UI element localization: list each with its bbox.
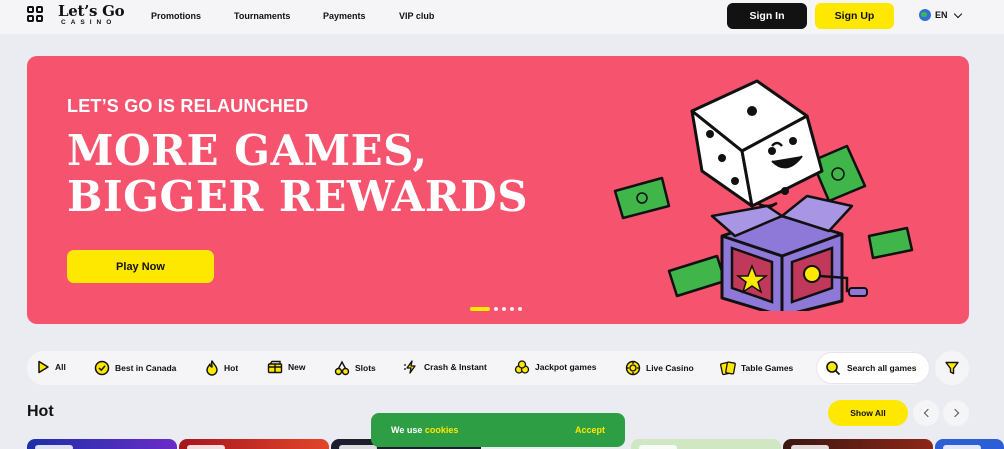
game-tile[interactable] [783, 439, 933, 449]
category-label: Slots [355, 363, 376, 373]
nav-payments[interactable]: Payments [323, 11, 366, 21]
play-triangle-icon [38, 360, 49, 374]
nav-tournaments[interactable]: Tournaments [234, 11, 290, 21]
search-label: Search all games [847, 363, 917, 373]
search-icon [826, 361, 841, 376]
category-label: Hot [224, 363, 239, 373]
logo[interactable]: Let’s Go [58, 2, 125, 20]
banner-pagination[interactable] [470, 307, 522, 311]
cards-icon [720, 361, 736, 376]
language-selector[interactable]: EN [919, 9, 962, 21]
cookie-prefix: We use [391, 425, 423, 435]
cookies-link[interactable]: cookies [425, 425, 459, 435]
nav-promotions[interactable]: Promotions [151, 11, 201, 21]
chevron-left-icon [923, 408, 932, 418]
pagination-dot[interactable] [510, 307, 514, 311]
pagination-dot-active[interactable] [470, 307, 490, 311]
scroll-left-button[interactable] [913, 400, 939, 426]
search-all-games-button[interactable]: Search all games [817, 353, 929, 383]
filter-funnel-icon [945, 361, 959, 375]
sign-in-button[interactable]: Sign In [727, 3, 807, 29]
pagination-dot[interactable] [502, 307, 506, 311]
language-label: EN [935, 10, 948, 20]
lightning-icon [404, 360, 416, 374]
category-label: New [288, 362, 306, 372]
gift-box-icon [267, 360, 283, 374]
banner-kicker: LET’S GO IS RELAUNCHED [67, 96, 309, 116]
globe-icon [919, 9, 931, 21]
nav-vip-club[interactable]: VIP club [399, 11, 434, 21]
category-crash-instant[interactable]: Crash & Instant [403, 360, 487, 374]
hero-banner[interactable]: LET’S GO IS RELAUNCHED MORE GAMES, BIGGE… [27, 56, 969, 324]
category-best-in-canada[interactable]: Best in Canada [94, 360, 176, 376]
category-label: Live Casino [646, 363, 694, 373]
filter-button[interactable] [935, 351, 969, 385]
pagination-dot[interactable] [518, 307, 522, 311]
category-all[interactable]: All [36, 360, 66, 374]
poker-chip-icon [625, 360, 641, 376]
dice-icon [690, 79, 824, 208]
category-new[interactable]: New [267, 360, 305, 374]
category-table-games[interactable]: Table Games [720, 360, 793, 376]
game-tile[interactable] [631, 439, 781, 449]
show-all-button[interactable]: Show All [828, 400, 908, 426]
game-tile[interactable] [935, 439, 1004, 449]
menu-grid-icon[interactable] [27, 6, 43, 22]
category-label: Crash & Instant [424, 362, 487, 372]
game-tile[interactable] [179, 439, 329, 449]
cherries-icon [334, 360, 350, 376]
sign-up-button[interactable]: Sign Up [815, 3, 894, 29]
category-label: Jackpot games [535, 362, 597, 372]
coins-icon [514, 360, 530, 374]
chevron-right-icon [950, 408, 959, 418]
category-hot[interactable]: Hot [205, 360, 238, 376]
banner-title-line2: BIGGER REWARDS [67, 172, 529, 221]
banner-title-line1: MORE GAMES, [67, 126, 428, 175]
cookie-banner: We use cookies Accept [371, 413, 625, 447]
category-label: All [55, 362, 66, 372]
pagination-dot[interactable] [494, 307, 498, 311]
top-header: Let’s Go CASINO Promotions Tournaments P… [0, 0, 1004, 34]
cookie-message: We use cookies [391, 425, 458, 435]
banknote-left-icon [613, 176, 671, 220]
scroll-right-button[interactable] [943, 400, 969, 426]
category-slots[interactable]: Slots [334, 360, 376, 376]
category-label: Table Games [741, 363, 794, 373]
chevron-down-icon [953, 9, 962, 18]
category-label: Best in Canada [115, 363, 177, 373]
badge-check-icon [94, 360, 110, 376]
banknote-bottom-icon [667, 254, 727, 298]
game-tile[interactable] [27, 439, 177, 449]
section-title-hot: Hot [27, 403, 54, 420]
flame-icon [206, 360, 218, 376]
banner-title: MORE GAMES, BIGGER REWARDS [67, 128, 528, 220]
dice-gift-box-illustration [613, 79, 914, 311]
play-now-button[interactable]: Play Now [67, 250, 214, 283]
gift-box-icon [710, 194, 868, 311]
logo-subtitle: CASINO [61, 19, 117, 26]
category-live-casino[interactable]: Live Casino [625, 360, 694, 376]
category-bar: All Best in Canada Hot New Slots Crash &… [27, 351, 929, 385]
banknote-right-icon [867, 226, 914, 260]
accept-cookies-button[interactable]: Accept [575, 425, 605, 435]
category-jackpot-games[interactable]: Jackpot games [514, 360, 596, 374]
